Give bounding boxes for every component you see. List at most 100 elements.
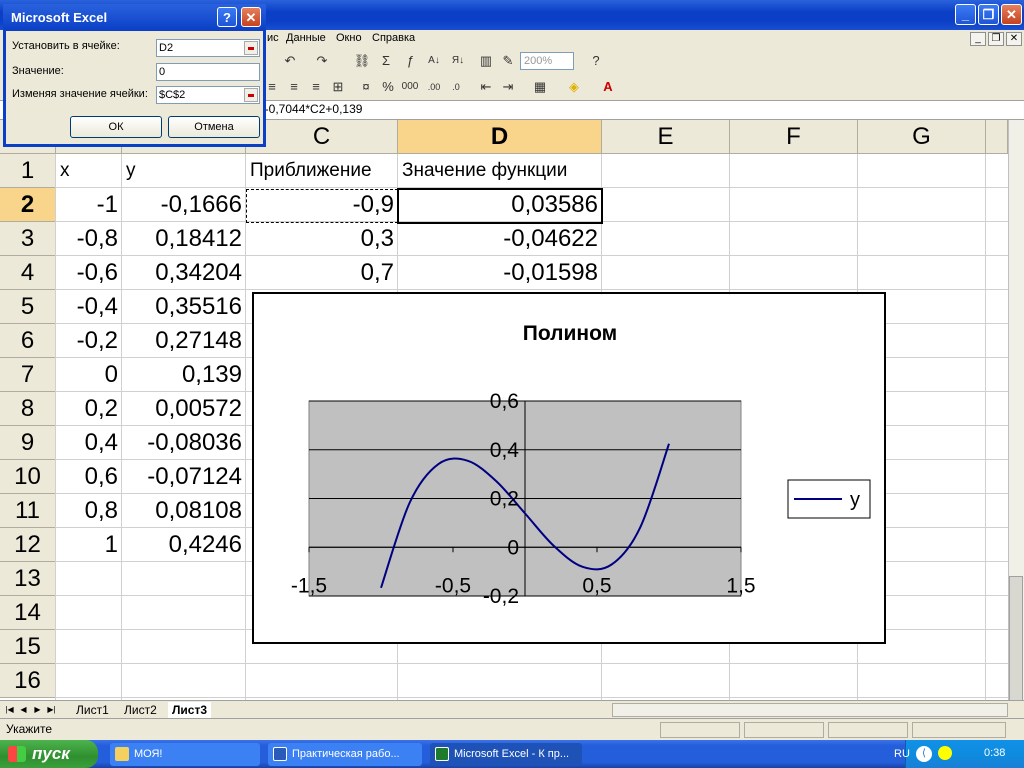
row-header-9[interactable]: 9 [0,426,56,460]
ok-button[interactable]: ОК [70,116,162,138]
last-sheet-icon[interactable]: ▶| [46,704,57,716]
prev-sheet-icon[interactable]: ◀ [18,704,29,716]
row-header-1[interactable]: 1 [0,154,56,188]
tab-sheet2[interactable]: Лист2 [120,702,161,718]
cell-a12[interactable]: 1 [56,528,122,562]
merge-icon[interactable]: ⊞ [328,77,348,97]
cell-b1[interactable]: y [122,154,246,188]
cell-b12[interactable]: 0,4246 [122,528,246,562]
align-center-icon[interactable]: ≡ [284,77,304,97]
font-color-icon[interactable]: A [598,77,618,97]
cell-b6[interactable]: 0,27148 [122,324,246,358]
sort-asc-icon[interactable]: A↓ [424,51,444,71]
cell-b4[interactable]: 0,34204 [122,256,246,290]
cell-b2[interactable]: -0,1666 [122,188,246,222]
row-header-4[interactable]: 4 [0,256,56,290]
dialog-close-button[interactable]: ✕ [241,7,261,27]
language-indicator[interactable]: RU [894,748,910,760]
cell-a10[interactable]: 0,6 [56,460,122,494]
dialog-help-button[interactable]: ? [217,7,237,27]
start-button[interactable]: пуск [0,740,98,768]
hyperlink-icon[interactable]: ⛓ [352,51,372,71]
align-right-icon[interactable]: ≡ [306,77,326,97]
cell-d1[interactable]: Значение функции [398,154,602,188]
network-icon[interactable]: ⟨ [916,746,932,762]
autosum-icon[interactable]: Σ [376,51,396,71]
row-header-13[interactable]: 13 [0,562,56,596]
drawing-icon[interactable]: ✎ [498,51,518,71]
borders-icon[interactable]: ▦ [530,77,550,97]
task-word[interactable]: Практическая рабо... [268,743,422,766]
menu-service[interactable]: ис [267,32,279,44]
cell-b3[interactable]: 0,18412 [122,222,246,256]
menu-help[interactable]: Справка [372,32,415,44]
cell-b11[interactable]: 0,08108 [122,494,246,528]
tab-sheet3[interactable]: Лист3 [168,702,212,718]
row-header-7[interactable]: 7 [0,358,56,392]
row-header-2[interactable]: 2 [0,188,56,222]
column-header-f[interactable]: F [730,120,858,154]
cell-a11[interactable]: 0,8 [56,494,122,528]
cell-b5[interactable]: 0,35516 [122,290,246,324]
set-cell-field[interactable]: D2 [156,39,260,57]
cell-c3[interactable]: 0,3 [246,222,398,256]
doc-restore-button[interactable]: ❐ [988,32,1004,46]
collapse-dialog-icon[interactable] [244,88,258,102]
percent-icon[interactable]: % [378,77,398,97]
cell-d3[interactable]: -0,04622 [398,222,602,256]
sort-desc-icon[interactable]: Я↓ [448,51,468,71]
cell-d4[interactable]: -0,01598 [398,256,602,290]
cell-a1[interactable]: x [56,154,122,188]
cell-a3[interactable]: -0,8 [56,222,122,256]
cell-b9[interactable]: -0,08036 [122,426,246,460]
undo-icon[interactable]: ↶ [280,51,300,71]
cell-a5[interactable]: -0,4 [56,290,122,324]
collapse-dialog-icon[interactable] [244,41,258,55]
row-header-11[interactable]: 11 [0,494,56,528]
cell-b8[interactable]: 0,00572 [122,392,246,426]
row-header-8[interactable]: 8 [0,392,56,426]
redo-icon[interactable]: ↷ [312,51,332,71]
cell-c1[interactable]: Приближение [246,154,398,188]
chart[interactable]: -0,2 0 0,2 0,4 0,6 -1,5 -0,5 0,5 1,5 Полином y [252,292,886,644]
column-header-c[interactable]: C [246,120,398,154]
menu-data[interactable]: Данные [286,32,326,44]
row-header-10[interactable]: 10 [0,460,56,494]
column-header-g[interactable]: G [858,120,986,154]
increase-decimal-icon[interactable]: .00 [424,77,444,97]
tray-icon[interactable] [938,746,952,760]
doc-close-button[interactable]: ✕ [1006,32,1022,46]
decrease-indent-icon[interactable]: ⇤ [476,77,496,97]
cell-b7[interactable]: 0,139 [122,358,246,392]
zoom-select[interactable]: 200% [520,52,574,70]
cell-a2[interactable]: -1 [56,188,122,222]
column-header-e[interactable]: E [602,120,730,154]
doc-minimize-button[interactable]: _ [970,32,986,46]
minimize-button[interactable]: _ [955,4,976,25]
row-header-12[interactable]: 12 [0,528,56,562]
cell-a8[interactable]: 0,2 [56,392,122,426]
cell-c4[interactable]: 0,7 [246,256,398,290]
row-header-16[interactable]: 16 [0,664,56,698]
row-header-3[interactable]: 3 [0,222,56,256]
tab-sheet1[interactable]: Лист1 [72,702,113,718]
thousands-icon[interactable]: 000 [400,77,420,97]
cell-a4[interactable]: -0,6 [56,256,122,290]
cell-b10[interactable]: -0,07124 [122,460,246,494]
increase-indent-icon[interactable]: ⇥ [498,77,518,97]
currency-icon[interactable]: ¤ [356,77,376,97]
task-excel[interactable]: Microsoft Excel - К пр... [430,743,582,766]
fill-color-icon[interactable]: ◈ [564,77,584,97]
function-icon[interactable]: ƒ [400,51,420,71]
vertical-scroll-thumb[interactable] [1009,576,1023,701]
cell-a6[interactable]: -0,2 [56,324,122,358]
horizontal-scrollbar[interactable] [612,703,1008,717]
changing-cell-field[interactable]: $C$2 [156,86,260,104]
decrease-decimal-icon[interactable]: .0 [446,77,466,97]
menu-window[interactable]: Окно [336,32,362,44]
next-sheet-icon[interactable]: ▶ [32,704,43,716]
row-header-14[interactable]: 14 [0,596,56,630]
cancel-button[interactable]: Отмена [168,116,260,138]
restore-button[interactable]: ❐ [978,4,999,25]
row-header-15[interactable]: 15 [0,630,56,664]
